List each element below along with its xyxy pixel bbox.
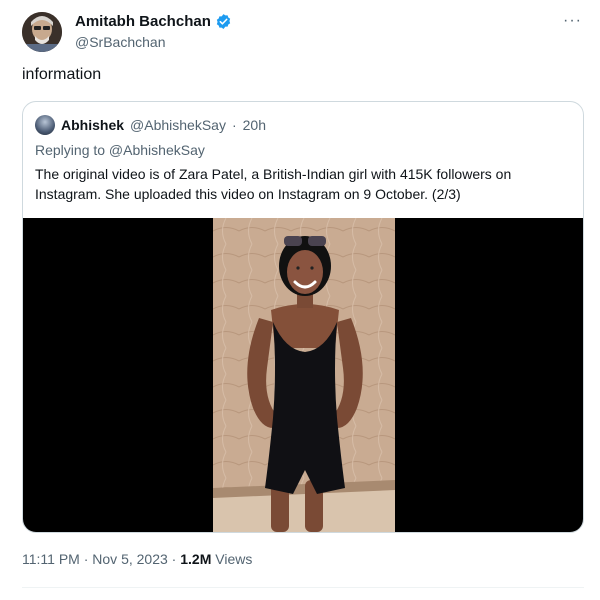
views-count[interactable]: 1.2M xyxy=(180,551,211,567)
tweet-timestamp[interactable]: 11:11 PM · Nov 5, 2023 · xyxy=(22,551,180,567)
author-name-text[interactable]: Amitabh Bachchan xyxy=(75,13,211,30)
avatar-photo xyxy=(22,12,62,52)
quoted-author-avatar xyxy=(35,115,55,135)
video-still-image xyxy=(213,218,395,532)
author-name[interactable]: Amitabh Bachchan xyxy=(75,13,232,30)
tweet-metadata: 11:11 PM · Nov 5, 2023 · 1.2M Views xyxy=(22,551,252,567)
quoted-tweet-video[interactable] xyxy=(23,218,583,532)
quoted-tweet-text: The original video is of Zara Patel, a B… xyxy=(35,166,512,202)
quoted-tweet-time: 20h xyxy=(242,117,266,133)
video-frame xyxy=(213,218,395,532)
more-options-icon[interactable]: ··· xyxy=(563,12,582,30)
author-handle[interactable]: @SrBachchan xyxy=(75,34,165,50)
tweet: Amitabh Bachchan @SrBachchan ··· informa… xyxy=(0,0,600,600)
tweet-text: information xyxy=(22,66,102,83)
divider xyxy=(22,587,584,588)
author-avatar[interactable] xyxy=(22,12,62,52)
verified-badge-icon xyxy=(215,13,232,30)
quoted-tweet-header: Abhishek @AbhishekSay · 20h xyxy=(35,115,266,135)
quoted-author-handle: @AbhishekSay xyxy=(130,117,226,133)
views-label: Views xyxy=(211,551,253,567)
separator-dot: · xyxy=(231,117,237,133)
replying-to-text: Replying to @AbhishekSay xyxy=(35,142,205,158)
quoted-tweet-card[interactable]: Abhishek @AbhishekSay · 20h Replying to … xyxy=(22,101,584,533)
quoted-author-name: Abhishek xyxy=(61,117,125,133)
